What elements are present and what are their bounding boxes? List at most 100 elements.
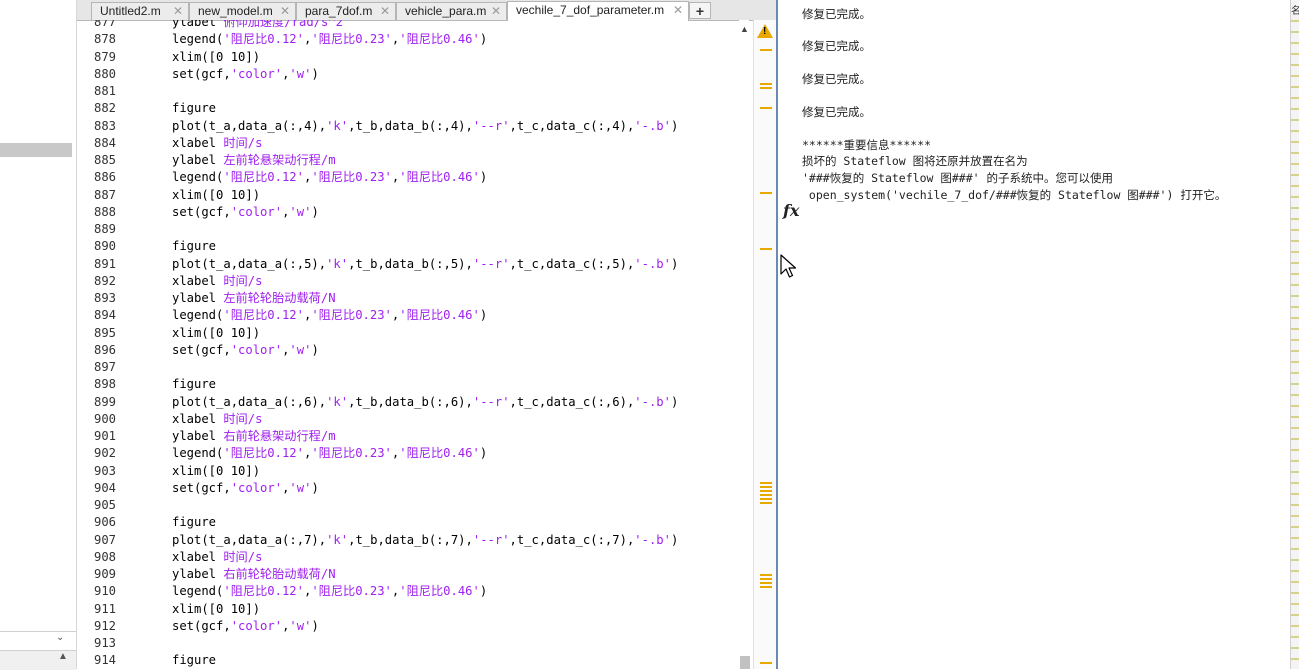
code-text: xlim([0 10]) xyxy=(172,325,260,342)
code-line[interactable]: 887 xlim([0 10]) xyxy=(77,187,739,204)
vertical-scrollbar[interactable]: ▲ xyxy=(739,20,750,669)
code-line[interactable]: 893 ylabel 左前轮轮胎动载荷/N xyxy=(77,290,739,307)
analyzer-marker[interactable] xyxy=(760,248,772,252)
code-text: ylabel 右前轮轮胎动载荷/N xyxy=(172,566,336,583)
code-line[interactable]: 877 ylabel 俯仰加速度/rad/s^2 xyxy=(77,20,739,31)
command-window[interactable]: 修复已完成。 修复已完成。 修复已完成。 修复已完成。 ******重要信息**… xyxy=(780,0,1290,669)
line-number: 887 xyxy=(93,187,116,202)
analyzer-marker[interactable] xyxy=(760,107,772,111)
code-token: legend( xyxy=(172,446,224,461)
code-text: ylabel 左前轮悬架动行程/m xyxy=(172,152,336,169)
code-editor[interactable]: 877 ylabel 俯仰加速度/rad/s^2 878 legend('阻尼比0.1… xyxy=(77,20,739,669)
code-token: ,t_c,data_c(:,6), xyxy=(509,394,635,409)
warning-icon[interactable]: ! xyxy=(757,24,773,38)
code-line[interactable]: 886 legend('阻尼比0.12','阻尼比0.23','阻尼比0.46') xyxy=(77,169,739,186)
code-text: plot(t_a,data_a(:,6),'k',t_b,data_b(:,6)… xyxy=(172,394,678,411)
code-token: ) xyxy=(479,32,488,47)
tab-new-model[interactable]: new_model.m ✕ xyxy=(189,2,296,20)
code-line[interactable]: 902 legend('阻尼比0.12','阻尼比0.23','阻尼比0.46') xyxy=(77,445,739,462)
code-token: plot(t_a,data_a(:,6), xyxy=(172,394,327,409)
code-line[interactable]: 897 xyxy=(77,359,739,376)
code-token: figure xyxy=(172,653,217,668)
code-line[interactable]: 906 figure xyxy=(77,514,739,531)
code-line[interactable]: 914 figure xyxy=(77,652,739,669)
scroll-thumb[interactable] xyxy=(740,656,750,669)
code-text: xlim([0 10]) xyxy=(172,601,260,618)
chevron-up-icon[interactable]: ▲ xyxy=(58,651,68,662)
code-line[interactable]: 905 xyxy=(77,497,739,514)
code-line[interactable]: 901 ylabel 右前轮悬架动行程/m xyxy=(77,428,739,445)
tab-vehicle-para[interactable]: vehicle_para.m ✕ xyxy=(396,2,507,20)
string-literal: '-.b' xyxy=(634,118,671,133)
code-line[interactable]: 894 legend('阻尼比0.12','阻尼比0.23','阻尼比0.46') xyxy=(77,307,739,324)
tab-vechile-7-dof-parameter[interactable]: vechile_7_dof_parameter.m ✕ xyxy=(507,1,689,21)
code-token: ) xyxy=(311,342,319,357)
analyzer-marker[interactable] xyxy=(760,662,772,666)
new-tab-button[interactable]: + xyxy=(689,2,711,19)
code-line[interactable]: 907 plot(t_a,data_a(:,7),'k',t_b,data_b(:… xyxy=(77,532,739,549)
code-line[interactable]: 885 ylabel 左前轮悬架动行程/m xyxy=(77,152,739,169)
analyzer-marker[interactable] xyxy=(760,192,772,196)
line-number: 880 xyxy=(93,66,116,81)
code-line[interactable]: 882 figure xyxy=(77,100,739,117)
tab-untitled2[interactable]: Untitled2.m ✕ xyxy=(91,2,189,20)
code-token: set(gcf, xyxy=(172,618,231,633)
code-line[interactable]: 890 figure xyxy=(77,238,739,255)
code-line[interactable]: 912 set(gcf,'color','w') xyxy=(77,618,739,635)
code-token: xlim([0 10]) xyxy=(172,601,261,616)
code-line[interactable]: 891 plot(t_a,data_a(:,5),'k',t_b,data_b(:… xyxy=(77,256,739,273)
code-line[interactable]: 909 ylabel 右前轮轮胎动载荷/N xyxy=(77,566,739,583)
code-line[interactable]: 903 xlim([0 10]) xyxy=(77,463,739,480)
code-line[interactable]: 900 xlabel 时间/s xyxy=(77,411,739,428)
code-text: set(gcf,'color','w') xyxy=(172,480,319,497)
tab-para-7dof[interactable]: para_7dof.m ✕ xyxy=(296,2,396,20)
analyzer-marker[interactable] xyxy=(760,49,772,53)
code-line[interactable]: 883 plot(t_a,data_a(:,4),'k',t_b,data_b(:… xyxy=(77,118,739,135)
selected-file-row[interactable] xyxy=(0,143,72,157)
code-token: set(gcf, xyxy=(172,480,231,495)
code-line[interactable]: 889 xyxy=(77,221,739,238)
code-line[interactable]: 878 legend('阻尼比0.12','阻尼比0.23','阻尼比0.46') xyxy=(77,31,739,48)
code-token: ) xyxy=(479,170,488,185)
code-line[interactable]: 910 legend('阻尼比0.12','阻尼比0.23','阻尼比0.46') xyxy=(77,583,739,600)
code-line[interactable]: 888 set(gcf,'color','w') xyxy=(77,204,739,221)
code-line[interactable]: 911 xlim([0 10]) xyxy=(77,601,739,618)
code-line[interactable]: 908 xlabel 时间/s xyxy=(77,549,739,566)
analyzer-marker[interactable] xyxy=(760,83,772,91)
code-line[interactable]: 892 xlabel 时间/s xyxy=(77,273,739,290)
code-line[interactable]: 895 xlim([0 10]) xyxy=(77,325,739,342)
string-literal: '阻尼比0.23' xyxy=(311,32,392,47)
code-token: ,t_b,data_b(:,4), xyxy=(348,118,473,133)
code-line[interactable]: 898 figure xyxy=(77,376,739,393)
string-literal: 'w' xyxy=(289,480,312,495)
code-text: xlabel 时间/s xyxy=(172,549,262,566)
line-number: 879 xyxy=(93,49,116,64)
code-line[interactable]: 913 xyxy=(77,635,739,652)
close-icon[interactable]: ✕ xyxy=(491,3,501,20)
code-line[interactable]: 896 set(gcf,'color','w') xyxy=(77,342,739,359)
close-icon[interactable]: ✕ xyxy=(673,2,683,19)
code-line[interactable]: 899 plot(t_a,data_a(:,6),'k',t_b,data_b(:… xyxy=(77,394,739,411)
chevron-down-icon[interactable]: ⌄ xyxy=(56,632,64,643)
code-line[interactable]: 884 xlabel 时间/s xyxy=(77,135,739,152)
line-number: 897 xyxy=(93,360,116,374)
code-line[interactable]: 880 set(gcf,'color','w') xyxy=(77,66,739,83)
code-text: figure xyxy=(172,238,216,255)
code-token: ,t_b,data_b(:,5), xyxy=(348,256,473,271)
tab-label: Untitled2.m xyxy=(100,4,161,18)
tab-label: vehicle_para.m xyxy=(405,4,487,18)
close-icon[interactable]: ✕ xyxy=(380,3,390,20)
close-icon[interactable]: ✕ xyxy=(280,3,290,20)
scroll-up-icon[interactable]: ▲ xyxy=(740,24,749,34)
code-text: set(gcf,'color','w') xyxy=(172,204,319,221)
editor-panel: Untitled2.m ✕ new_model.m ✕ para_7dof.m … xyxy=(77,0,778,669)
code-line[interactable]: 904 set(gcf,'color','w') xyxy=(77,480,739,497)
analyzer-marker[interactable] xyxy=(760,574,772,590)
fx-prompt-icon[interactable]: fx xyxy=(783,201,799,220)
analyzer-marker[interactable] xyxy=(760,482,772,506)
close-icon[interactable]: ✕ xyxy=(173,3,183,20)
code-line[interactable]: 881 xyxy=(77,83,739,100)
code-text: set(gcf,'color','w') xyxy=(172,342,319,359)
code-line[interactable]: 879 xlim([0 10]) xyxy=(77,49,739,66)
code-analyzer-bar[interactable]: ! xyxy=(753,20,776,669)
